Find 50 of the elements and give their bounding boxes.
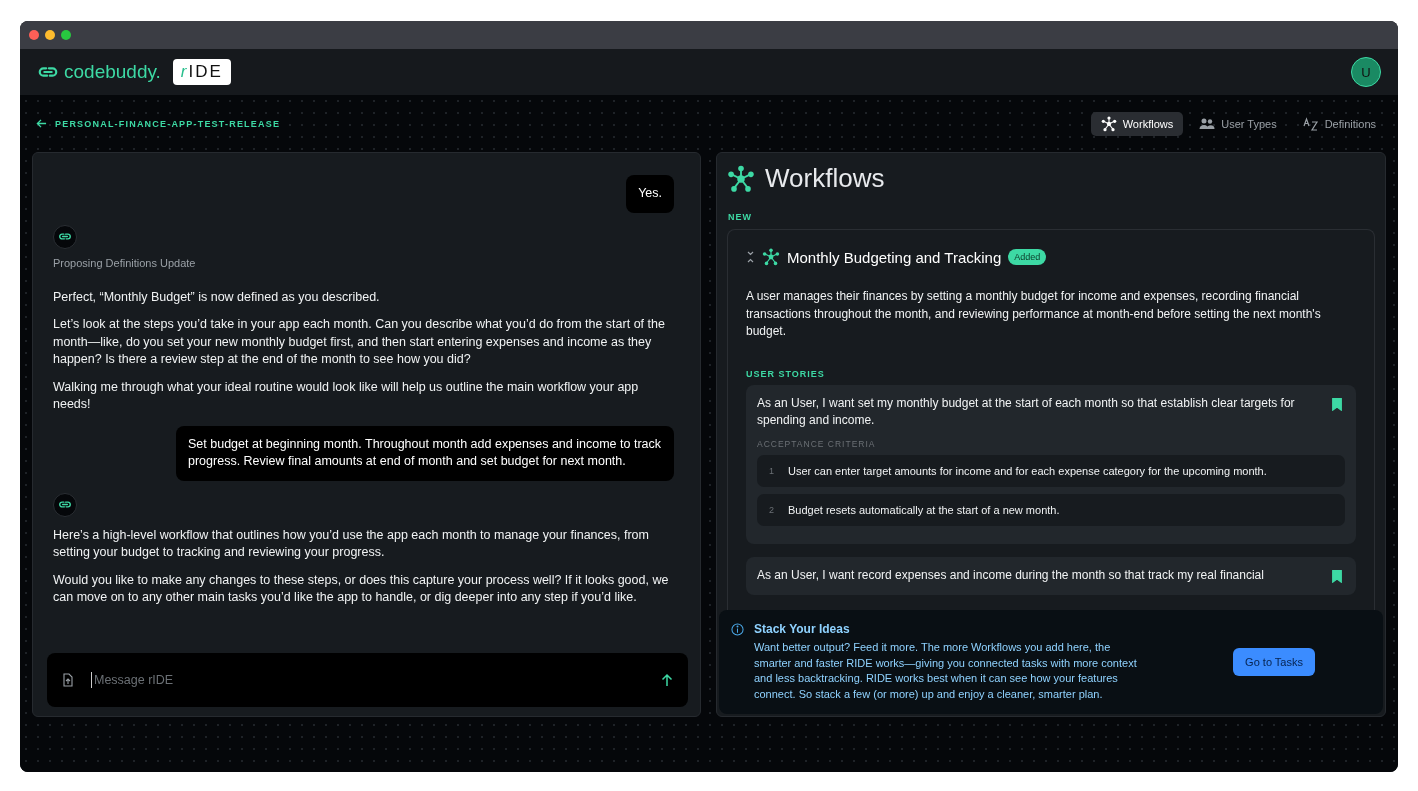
brand-logo-icon: [37, 65, 59, 79]
user-story-text: As an User, I want record expenses and income during the month so that track my real financial: [757, 566, 1265, 584]
close-window-button[interactable]: [29, 30, 39, 40]
user-message: Set budget at beginning month. Throughout month add expenses and income to track progress. Review final amounts at end of month and set budget for next month.: [176, 425, 674, 481]
back-arrow-icon[interactable]: [36, 118, 47, 129]
brand-name: codebuddy.: [64, 61, 161, 83]
criterion-number: 1: [769, 465, 774, 476]
assistant-message: Let’s look at the steps you’d take in your app each month. Can you describe what you’d do from the start of the month—like, do you set your new monthly budget first, and then start entering expenses and income as they happen? Is there a review step at the end of the month to see how you did?: [53, 316, 666, 368]
az-icon: [1302, 115, 1319, 132]
panel-title: Workflows: [765, 163, 885, 194]
assistant-message: Here’s a high-level workflow that outlines how you’d use the app each month to manage your finances, from setting your budget to tracking and reviewing your progress.: [53, 526, 650, 561]
criteria-label: ACCEPTANCE CRITERIA: [757, 438, 877, 449]
criterion-text: Budget resets automatically at the start of a new month.: [788, 503, 1060, 516]
tip-title: Stack Your Ideas: [754, 622, 851, 636]
assistant-message: Perfect, “Monthly Budget” is now defined as you described.: [53, 288, 381, 306]
message-field[interactable]: Message rIDE: [91, 672, 644, 688]
user-message: Yes.: [626, 175, 674, 213]
nav-tab[interactable]: Definitions: [1292, 111, 1386, 136]
info-icon: [731, 623, 744, 636]
link-logo-icon: [58, 500, 72, 509]
minimize-window-button[interactable]: [45, 30, 55, 40]
collapse-icon[interactable]: [746, 251, 755, 263]
workflow-icon: [1100, 115, 1117, 132]
tip-text: Want better output? Feed it more. The more Workflows you add here, the smarter and faster RIDE works—giving you connected tasks with more context and less backtracking. RIDE works best when it can see how your features connect. So stack a few (or more) up and enjoy a cleaner, smarter plan.: [754, 640, 1138, 702]
criterion-text: User can enter target amounts for income and for each expense category for the upcoming month.: [788, 464, 1267, 477]
maximize-window-button[interactable]: [61, 30, 71, 40]
nav-tab[interactable]: User Types: [1189, 111, 1287, 136]
workflow-icon: [727, 164, 755, 193]
workflow-name: Monthly Budgeting and Tracking: [787, 248, 1002, 266]
workflow-description: A user manages their finances by setting a monthly budget for income and expenses, recording financial transactions throughout the month, and reviewing performance at month-end before setting the next month's budget.: [746, 288, 1322, 340]
bookmark-icon[interactable]: [1332, 569, 1342, 583]
nav-tab[interactable]: Workflows: [1090, 111, 1184, 136]
section-label: USER STORIES: [746, 368, 826, 379]
bookmark-icon[interactable]: [1332, 397, 1342, 411]
status-text: Proposing Definitions Update: [53, 256, 197, 269]
criterion-number: 2: [769, 504, 774, 515]
section-label: NEW: [728, 212, 753, 222]
message-composer[interactable]: Message rIDE: [47, 653, 688, 707]
assistant-message: Walking me through what your ideal routine would look like will help us outline the main workflow your app needs!: [53, 378, 640, 413]
go-to-tasks-button[interactable]: Go to Tasks: [1233, 648, 1315, 676]
product-logo: rIDE: [172, 59, 231, 85]
assistant-message: Would you like to make any changes to these steps, or does this capture your process well? If it looks good, we can move on to any other main tasks you’d like the app to handle, or dig deeper into any step if you’d like.: [53, 571, 670, 606]
user-avatar[interactable]: U: [1351, 57, 1381, 87]
link-logo-icon: [58, 232, 72, 241]
file-upload-icon[interactable]: [61, 673, 75, 687]
status-badge: Added: [1008, 249, 1047, 265]
back-link[interactable]: PERSONAL-FINANCE-APP-TEST-RELEASE: [32, 118, 281, 129]
send-icon[interactable]: [660, 673, 674, 687]
workflow-icon: [762, 248, 780, 266]
user-story-text: As an User, I want set my monthly budget at the start of each month so that establish clear targets for spending and income.: [757, 394, 1296, 429]
